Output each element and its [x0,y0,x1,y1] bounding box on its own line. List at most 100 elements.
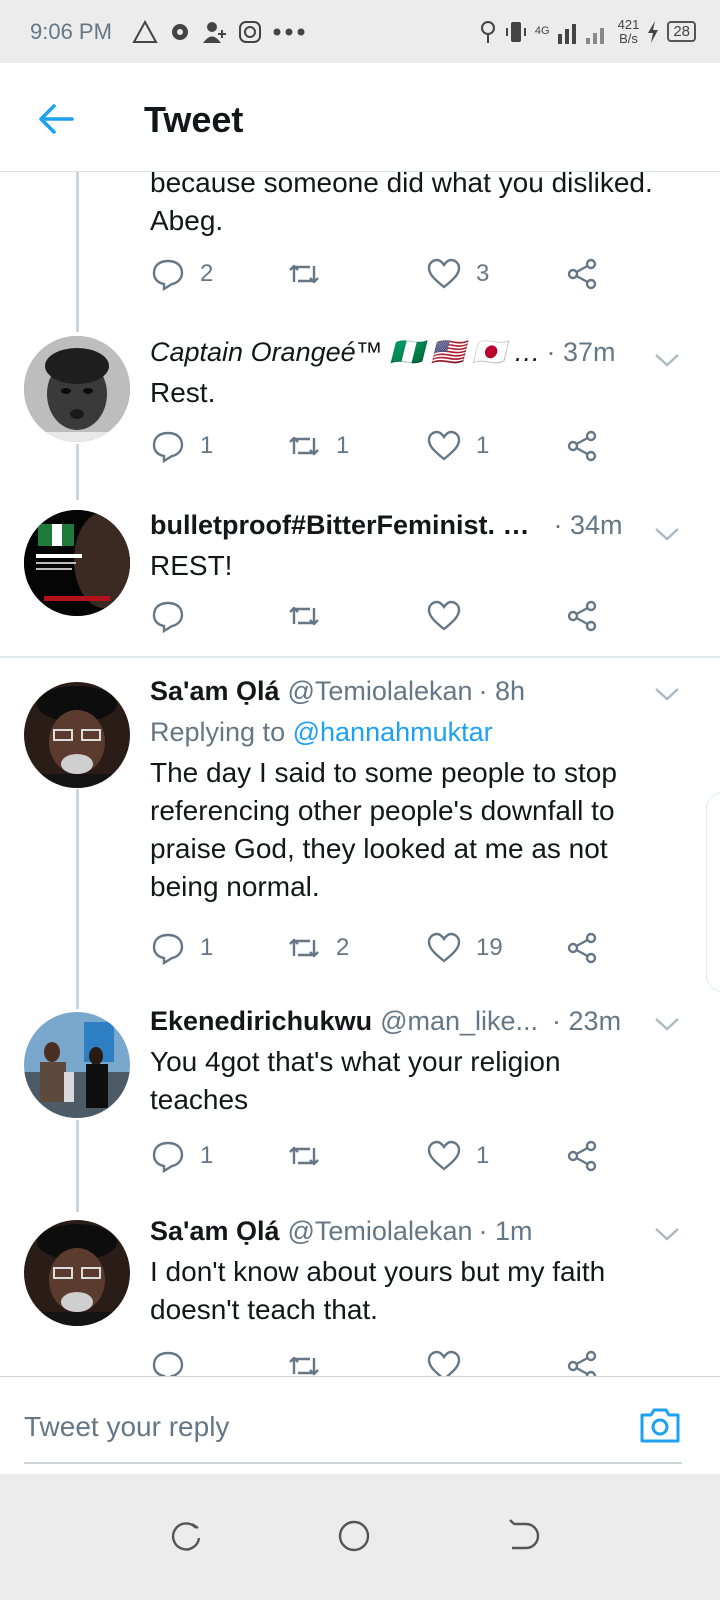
like-button[interactable] [426,598,476,634]
retweet-button[interactable] [286,1138,336,1174]
share-button[interactable] [564,256,600,292]
user-handle[interactable]: @man_like... [380,1006,538,1037]
avatar[interactable] [24,510,130,616]
tweet-item[interactable]: bulletproof#BitterFeminist. … · 34m REST… [0,506,720,656]
reply-button[interactable]: 2 [150,256,213,292]
tweet-text: The day I said to some people to stop re… [150,757,617,902]
tweet-time: · 34m [553,510,623,540]
retweet-button[interactable]: 2 [286,930,349,966]
chevron-down-icon[interactable] [654,526,680,542]
mention-link[interactable]: @hannahmuktar [293,717,493,747]
recent-apps-icon[interactable] [168,1518,204,1554]
avatar[interactable] [24,682,130,788]
signal-icon [557,23,604,44]
reply-icon [152,1141,184,1174]
tweet-text: I don't know about yours but my faith do… [150,1256,606,1325]
system-nav-bar [0,1474,720,1600]
net-speed: 421 B/s [617,16,640,46]
page-title: Tweet [144,99,244,140]
camera-icon[interactable] [638,1405,682,1445]
display-name[interactable]: Captain Orangeé™ 🇳🇬 🇺🇸 🇯🇵 … [150,336,541,368]
top-app-bar: Tweet [0,63,720,172]
reply-button[interactable]: 1 [150,930,213,966]
share-button[interactable] [564,598,600,634]
elder-avatar-image [24,682,130,788]
share-button[interactable] [564,1348,600,1376]
status-time: 9:06 PM [30,18,112,44]
reply-icon [152,259,184,292]
location-icon [480,20,495,43]
reply-icon [152,933,184,966]
reply-input[interactable]: Tweet your reply [24,1411,229,1443]
display-name[interactable]: bulletproof#BitterFeminist. … [150,510,530,541]
like-button[interactable] [426,1348,476,1376]
tweet-actions: 1 1 [150,1138,620,1178]
retweet-button[interactable] [286,598,336,634]
chevron-down-icon[interactable] [654,1226,680,1242]
tweet-item[interactable]: because someone did what you disliked. A… [0,172,720,328]
tweet-time: · 8h [478,676,526,706]
reply-button[interactable] [150,1348,200,1376]
reply-icon [152,431,184,464]
share-button[interactable] [564,1138,600,1174]
retweet-icon [289,436,319,456]
retweet-button[interactable] [286,256,336,292]
back-arrow-icon[interactable] [36,99,76,139]
back-nav-icon[interactable] [504,1518,540,1554]
charging-icon [648,20,659,43]
avatar[interactable] [24,336,130,442]
share-icon [567,600,597,632]
heart-icon [427,600,461,631]
retweet-icon [289,1146,319,1166]
user-handle[interactable]: @Temiolalekan [288,1216,473,1247]
vibrate-icon [505,21,526,42]
share-icon [567,1140,597,1172]
chevron-down-icon[interactable] [654,686,680,702]
tweet-item[interactable]: Ekenedirichukwu @man_like... · 23m You 4… [0,1002,720,1202]
heart-icon [427,430,461,461]
tweet-item[interactable]: Sa'am Ọlá @Temiolalekan · 1m I don't kno… [0,1212,720,1376]
user-handle[interactable]: @Temiolalekan [288,676,473,707]
input-underline [24,1462,682,1464]
instagram-icon [238,20,261,43]
home-icon[interactable] [336,1518,372,1554]
share-icon [567,1350,597,1376]
share-button[interactable] [564,428,600,464]
chevron-down-icon[interactable] [654,1016,680,1032]
tweet-time: · 1m [478,1216,533,1246]
tweet-actions [150,598,620,638]
share-icon [567,430,597,462]
display-name[interactable]: Sa'am Ọlá [150,676,280,707]
reply-button[interactable]: 1 [150,428,213,464]
notification-icons [132,19,306,44]
add-person-icon [202,21,226,43]
tweet-item[interactable]: Sa'am Ọlá @Temiolalekan · 8h Replying to… [0,672,720,992]
reply-button[interactable] [150,598,200,634]
reply-icon [152,601,184,634]
street-avatar-image [24,1012,130,1118]
retweet-button[interactable]: 1 [286,428,349,464]
tweet-actions: 1 1 1 [150,428,620,468]
reply-button[interactable]: 1 [150,1138,213,1174]
display-name[interactable]: Sa'am Ọlá [150,1216,280,1247]
tweet-text: because someone did what you disliked. A… [150,172,653,236]
share-icon [567,932,597,964]
retweet-button[interactable] [286,1348,336,1376]
like-button[interactable]: 1 [426,428,489,464]
like-button[interactable]: 3 [426,256,489,292]
heart-icon [427,1140,461,1171]
retweet-icon [289,606,319,626]
chevron-down-icon[interactable] [654,352,680,368]
tweet-item[interactable]: Captain Orangeé™ 🇳🇬 🇺🇸 🇯🇵 … · 37m Rest. … [0,332,720,508]
avatar[interactable] [24,1012,130,1118]
more-dots-icon [273,28,305,35]
avatar[interactable] [24,1220,130,1326]
network-type: 4G [534,25,550,37]
display-name[interactable]: Ekenedirichukwu [150,1006,372,1037]
like-button[interactable]: 1 [426,1138,489,1174]
like-button[interactable]: 19 [426,930,503,966]
scroll-handle[interactable] [706,792,720,992]
retweet-icon [289,264,319,284]
tweet-actions: 2 3 [150,256,620,296]
share-button[interactable] [564,930,600,966]
